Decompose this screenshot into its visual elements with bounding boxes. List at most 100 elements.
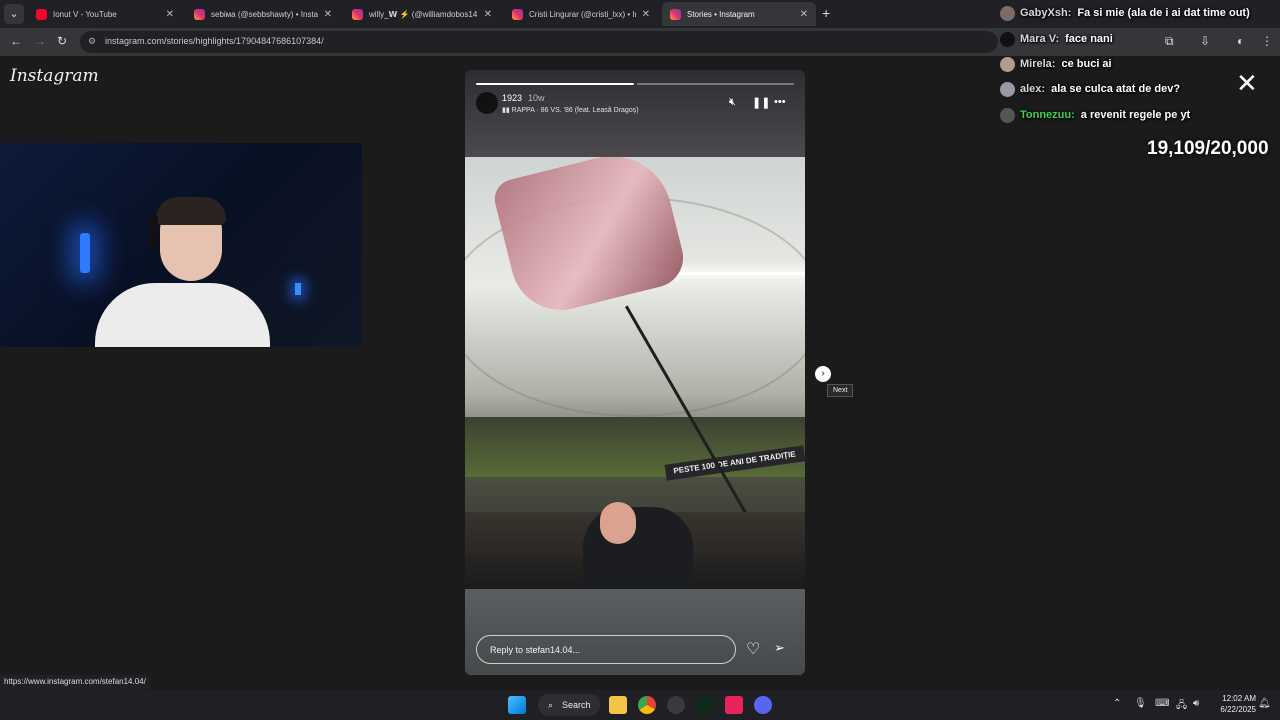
reload-icon[interactable]: ↻ xyxy=(57,34,67,48)
link-status-bar: https://www.instagram.com/stefan14.04/ xyxy=(0,675,150,689)
taskbar-search[interactable]: ⌕ Search xyxy=(538,694,600,716)
tab-search-menu-icon[interactable]: ⌄ xyxy=(4,4,24,24)
avatar xyxy=(1000,81,1015,97)
next-story-button[interactable]: › xyxy=(815,366,831,382)
show-hidden-icons-icon[interactable]: ⌃ xyxy=(1113,698,1121,709)
tab-title: Stories • Instagram xyxy=(687,9,755,19)
streamer-body xyxy=(95,283,270,347)
close-icon[interactable]: ✕ xyxy=(1236,70,1258,96)
progress-segment xyxy=(636,83,794,85)
extensions-icon[interactable]: ⧉ xyxy=(1165,34,1174,49)
instagram-icon xyxy=(670,8,681,20)
instagram-stories-page: Instagram ✕ 1923 10w ▮▮ RAPPA · 86 VS. '… xyxy=(0,56,1280,690)
tab-youtube[interactable]: Ionut V - YouTube ✕ xyxy=(28,2,182,26)
avatar xyxy=(1000,56,1015,72)
youtube-icon xyxy=(36,8,47,20)
close-tab-icon[interactable]: ✕ xyxy=(324,9,332,20)
chat-username: Mirela: xyxy=(1020,58,1056,70)
sub-goal-counter: 19,109/20,000 xyxy=(1147,138,1269,159)
music-icon: ▮▮ xyxy=(502,107,512,114)
chat-text: ala se culca atat de dev? xyxy=(1051,83,1181,95)
mute-icon[interactable]: 🔇︎ xyxy=(729,96,736,109)
windows-start-icon[interactable] xyxy=(508,696,526,714)
close-tab-icon[interactable]: ✕ xyxy=(166,9,174,20)
tab-title: willy_𝗪 ⚡ (@williamdobos14 xyxy=(369,9,478,19)
clock-time: 12:02 AM xyxy=(1222,694,1256,703)
more-options-icon[interactable]: ••• xyxy=(774,96,786,108)
pause-icon[interactable]: ❚❚ xyxy=(752,96,770,109)
reply-input[interactable]: Reply to stefan14.04... xyxy=(476,635,736,664)
like-heart-icon[interactable]: ♡ xyxy=(746,639,760,659)
story-username[interactable]: 1923 xyxy=(502,93,522,103)
forward-icon[interactable]: → xyxy=(34,34,46,48)
streamer-hair xyxy=(156,197,226,225)
downloads-icon[interactable]: ⇩ xyxy=(1200,34,1210,48)
chrome-icon[interactable] xyxy=(638,696,656,714)
microphone-icon[interactable]: 🎙︎ xyxy=(1134,698,1147,709)
instagram-logo[interactable]: Instagram xyxy=(10,66,99,86)
address-url[interactable]: instagram.com/stories/highlights/1790484… xyxy=(105,36,324,46)
terminal-icon[interactable] xyxy=(696,696,714,714)
led-light xyxy=(295,283,301,295)
story-viewer: 1923 10w ▮▮ RAPPA · 86 VS. '86 (feat. Le… xyxy=(465,70,805,675)
instagram-icon xyxy=(512,8,523,20)
chat-text: ce buci ai xyxy=(1061,58,1112,70)
chat-username: alex: xyxy=(1020,83,1046,95)
chat-username: Tonnezuu: xyxy=(1020,109,1075,121)
close-tab-icon[interactable]: ✕ xyxy=(642,9,650,20)
keyboard-icon[interactable]: ⌨ xyxy=(1155,698,1169,709)
instagram-icon xyxy=(352,8,363,20)
story-age: 10w xyxy=(528,93,545,103)
tab-instagram-williamdobos[interactable]: willy_𝗪 ⚡ (@williamdobos14 ✕ xyxy=(344,2,500,26)
system-clock[interactable]: 12:02 AM 6/22/2025 xyxy=(1212,693,1256,715)
headset-icon xyxy=(150,215,158,249)
site-info-icon[interactable]: ⚙ xyxy=(88,36,96,47)
tab-stories-instagram[interactable]: Stories • Instagram ✕ xyxy=(662,2,816,26)
tab-title: sebiмa (@sebbshawty) • Instag xyxy=(211,9,318,19)
story-progress xyxy=(476,83,794,85)
search-label: Search xyxy=(562,700,591,710)
next-tooltip: Next xyxy=(827,384,854,397)
profile-icon[interactable]: ◐ xyxy=(1237,34,1244,48)
file-explorer-icon[interactable] xyxy=(609,696,627,714)
network-icon[interactable]: 🖧 xyxy=(1176,698,1187,715)
chat-text: face nani xyxy=(1065,33,1113,45)
send-icon[interactable]: ➢ xyxy=(774,640,785,656)
streamer-webcam xyxy=(0,143,362,347)
clock-date: 6/22/2025 xyxy=(1220,705,1256,714)
instagram-icon xyxy=(194,8,205,20)
avatar xyxy=(1000,107,1015,123)
tab-instagram-sebbshawty[interactable]: sebiмa (@sebbshawty) • Instag ✕ xyxy=(186,2,340,26)
tiktok-icon[interactable] xyxy=(725,696,743,714)
chat-message: Mara V: face nani xyxy=(1000,30,1113,48)
close-tab-icon[interactable]: ✕ xyxy=(484,9,492,20)
song-title: RAPPA · 86 VS. '86 (feat. Leasă Dragoș) xyxy=(511,107,639,114)
new-tab-icon[interactable]: + xyxy=(822,5,830,21)
story-media-image[interactable]: PESTE 100 DE ANI DE TRADIȚIE xyxy=(465,157,805,589)
volume-icon[interactable]: 🔊︎ xyxy=(1193,698,1199,709)
avatar xyxy=(1000,5,1015,21)
avatar xyxy=(1000,31,1015,47)
back-icon[interactable]: ← xyxy=(10,34,22,48)
notification-icon[interactable]: 🔔︎ xyxy=(1258,698,1271,709)
tab-title: Ionut V - YouTube xyxy=(53,9,117,19)
story-song[interactable]: ▮▮ RAPPA · 86 VS. '86 (feat. Leasă Drago… xyxy=(502,106,639,114)
app-icon[interactable] xyxy=(667,696,685,714)
reply-placeholder: Reply to stefan14.04... xyxy=(490,645,581,655)
close-tab-icon[interactable]: ✕ xyxy=(800,9,808,20)
tab-instagram-cristi[interactable]: Cristi Lingurar (@cristi_lxx) • Ins ✕ xyxy=(504,2,658,26)
chat-username: Mara V: xyxy=(1020,33,1060,45)
chat-message: Tonnezuu: a revenit regele pe yt xyxy=(1000,106,1190,124)
menu-icon[interactable]: ⋮ xyxy=(1261,34,1273,48)
address-bar[interactable]: ⚙ instagram.com/stories/highlights/17904… xyxy=(80,31,998,53)
chat-message: alex: ala se culca atat de dev? xyxy=(1000,80,1180,98)
avatar[interactable] xyxy=(476,92,498,114)
progress-segment xyxy=(476,83,634,85)
chat-text: a revenit regele pe yt xyxy=(1080,109,1191,121)
chat-text: Fa si mie (ala de i ai dat time out) xyxy=(1077,7,1250,19)
tab-title: Cristi Lingurar (@cristi_lxx) • Ins xyxy=(529,9,636,19)
chat-message: Mirela: ce buci ai xyxy=(1000,55,1112,73)
windows-taskbar: ⌕ Search ⌃ 🎙︎ ⌨ 🖧 🔊︎ 12:02 AM 6/22/2025 … xyxy=(0,690,1280,720)
discord-icon[interactable] xyxy=(754,696,772,714)
led-light xyxy=(80,233,90,273)
